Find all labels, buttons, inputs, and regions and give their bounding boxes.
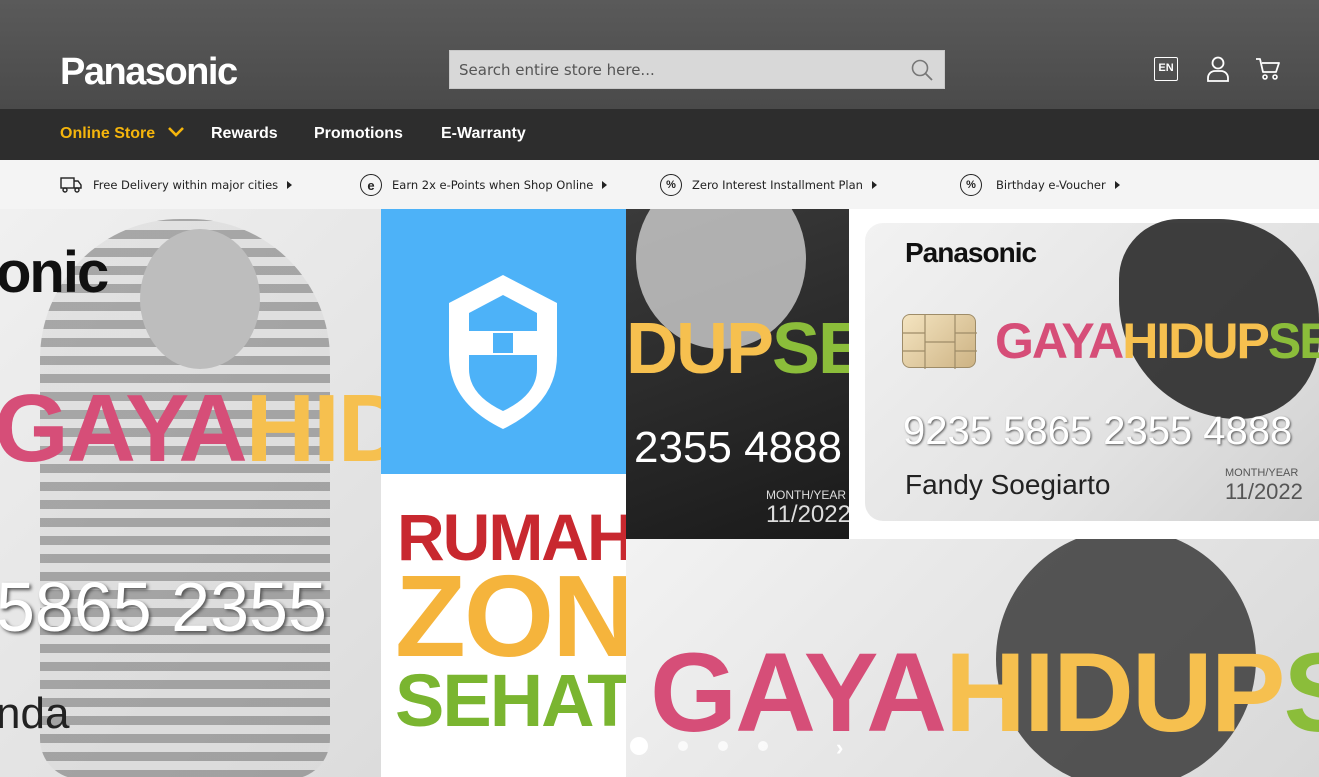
e-points-icon: e <box>360 174 382 196</box>
expiry-label: MONTH/YEAR <box>1225 467 1299 479</box>
carousel-dot[interactable] <box>678 741 688 751</box>
tagline-word: HIDUP <box>245 375 381 482</box>
tagline-word: HIDUP <box>945 630 1285 755</box>
benefit-label: Zero Interest Installment Plan <box>692 178 863 192</box>
user-icon[interactable] <box>1206 56 1230 87</box>
banner-brand: onic <box>0 240 109 305</box>
card-brand: Panasonic <box>905 237 1037 268</box>
percent-icon: % <box>660 174 682 196</box>
rumah-line3: SEHATKU <box>395 659 626 742</box>
benefit-label: Earn 2x e-Points when Shop Online <box>392 178 594 192</box>
bottom-tagline: GAYAHIDUPSEHATKU <box>650 635 1319 751</box>
carousel-dot[interactable] <box>630 737 648 755</box>
woman-face <box>140 229 260 369</box>
expiry-label: MONTH/YEAR <box>766 488 847 502</box>
expiry-date: 11/2022 <box>1225 479 1303 504</box>
card-number: 2355 4888 <box>634 423 842 472</box>
site-header: Panasonic EN <box>0 0 1319 109</box>
caret-right-icon <box>287 181 293 189</box>
banner-panel-left: onic GAYAHIDUPSE 5865 2355 nda <box>0 209 381 777</box>
benefit-e-points[interactable]: e Earn 2x e-Points when Shop Online <box>360 173 608 197</box>
language-switch[interactable]: EN <box>1154 57 1178 81</box>
tagline-word: DUP <box>626 309 774 389</box>
chip-icon <box>902 314 977 369</box>
hero-banner[interactable]: onic GAYAHIDUPSE 5865 2355 nda RUMAHKU Z… <box>0 209 1319 777</box>
banner-panel-shield <box>381 209 626 474</box>
banner-panel-mid: DUPSEHATKU 2355 4888 MONTH/YEAR 11/2022 <box>626 209 849 539</box>
carousel-dot[interactable] <box>758 741 768 751</box>
card-holder: nda <box>0 689 70 738</box>
tagline-word: GAYA <box>995 313 1124 369</box>
banner-panel-rumahku: RUMAHKU ZONA SEHATKU <box>381 474 626 777</box>
caret-right-icon <box>871 181 877 189</box>
banner-tagline: GAYAHIDUPSE <box>0 379 381 479</box>
card-number: 9235 5865 2355 4888 <box>903 409 1293 453</box>
search-icon[interactable] <box>910 58 934 87</box>
nav-e-warranty[interactable]: E-Warranty <box>441 124 526 144</box>
search-input[interactable] <box>450 51 900 88</box>
benefit-label: Birthday e-Voucher <box>996 178 1106 192</box>
benefit-label: Free Delivery within major cities <box>93 178 279 192</box>
card-number: 5865 2355 <box>0 568 327 646</box>
card-tagline: GAYAHIDUPSEHATKU <box>995 311 1319 371</box>
mid-tagline: DUPSEHATKU <box>626 309 849 389</box>
benefit-birthday-voucher[interactable]: % Birthday e-Voucher <box>960 173 1120 197</box>
tagline-word: HIDUP <box>1122 313 1270 369</box>
nav-online-store[interactable]: Online Store <box>60 124 155 144</box>
tagline-word: GAYA <box>0 375 248 482</box>
tagline-word: SEHATKU <box>1267 313 1319 369</box>
expiry-date: 11/2022 <box>766 501 849 528</box>
chevron-down-icon[interactable] <box>167 125 185 144</box>
carousel-next-icon[interactable]: › <box>836 735 843 761</box>
rumah-line2: ZONA <box>395 551 626 681</box>
benefit-free-delivery[interactable]: Free Delivery within major cities <box>60 173 293 197</box>
benefits-bar: Free Delivery within major cities e Earn… <box>0 160 1319 209</box>
card-holder: Fandy Soegiarto <box>905 469 1111 500</box>
banner-panel-card: Panasonic GAYAHIDUPSEHATKU 9235 5865 235… <box>849 209 1319 539</box>
nav-promotions[interactable]: Promotions <box>314 124 403 144</box>
carousel-dots <box>630 737 798 755</box>
caret-right-icon <box>1114 181 1120 189</box>
caret-right-icon <box>602 181 608 189</box>
tagline-word: SEHATKU <box>772 309 849 389</box>
percent-icon: % <box>960 174 982 196</box>
shield-home-icon <box>447 273 559 436</box>
truck-icon <box>60 175 83 196</box>
benefit-installment[interactable]: % Zero Interest Installment Plan <box>660 173 877 197</box>
carousel-dot[interactable] <box>718 741 728 751</box>
search-box <box>449 50 945 89</box>
nav-rewards[interactable]: Rewards <box>211 124 278 144</box>
tagline-word: SEHATKU <box>1284 630 1319 755</box>
panasonic-logo[interactable]: Panasonic <box>60 52 238 92</box>
cart-icon[interactable] <box>1255 57 1281 86</box>
main-nav: Online Store Rewards Promotions E-Warran… <box>0 109 1319 160</box>
